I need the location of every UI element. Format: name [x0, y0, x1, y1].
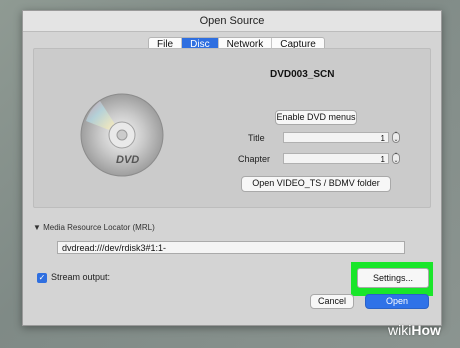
- watermark-wiki: wiki: [388, 322, 412, 338]
- open-video-ts-folder-button[interactable]: Open VIDEO_TS / BDMV folder: [241, 176, 391, 192]
- watermark-how: How: [411, 322, 441, 338]
- title-label: Title: [248, 133, 265, 143]
- open-button[interactable]: Open: [365, 294, 429, 309]
- chapter-label: Chapter: [238, 154, 271, 164]
- stream-output-checkbox[interactable]: ✓: [37, 273, 47, 283]
- window-title: Open Source: [23, 11, 441, 32]
- chapter-stepper[interactable]: ⌃ ⌄: [392, 153, 400, 164]
- settings-button[interactable]: Settings...: [357, 268, 429, 288]
- mrl-field[interactable]: dvdread:///dev/rdisk3#1:1-: [57, 241, 405, 254]
- title-stepper[interactable]: ⌃ ⌄: [392, 132, 400, 143]
- title-field[interactable]: 1: [283, 132, 389, 143]
- enable-dvd-menus-button[interactable]: Enable DVD menus: [275, 110, 357, 125]
- open-source-dialog: Open Source File Disc Network Capture DV…: [22, 10, 442, 326]
- stream-output-label: Stream output:: [51, 272, 111, 282]
- mrl-section-toggle[interactable]: ▼ Media Resource Locator (MRL): [33, 223, 155, 232]
- wikihow-watermark: wikiHow: [388, 322, 441, 338]
- disc-name: DVD003_SCN: [270, 69, 335, 80]
- disc-panel: DVD DVD003_SCN Enable DVD menus Title 1 …: [33, 48, 431, 208]
- dvd-disc-icon: DVD: [80, 93, 164, 177]
- chapter-field[interactable]: 1: [283, 153, 389, 164]
- cancel-button[interactable]: Cancel: [310, 294, 354, 309]
- dvd-logo-text: DVD: [116, 154, 139, 166]
